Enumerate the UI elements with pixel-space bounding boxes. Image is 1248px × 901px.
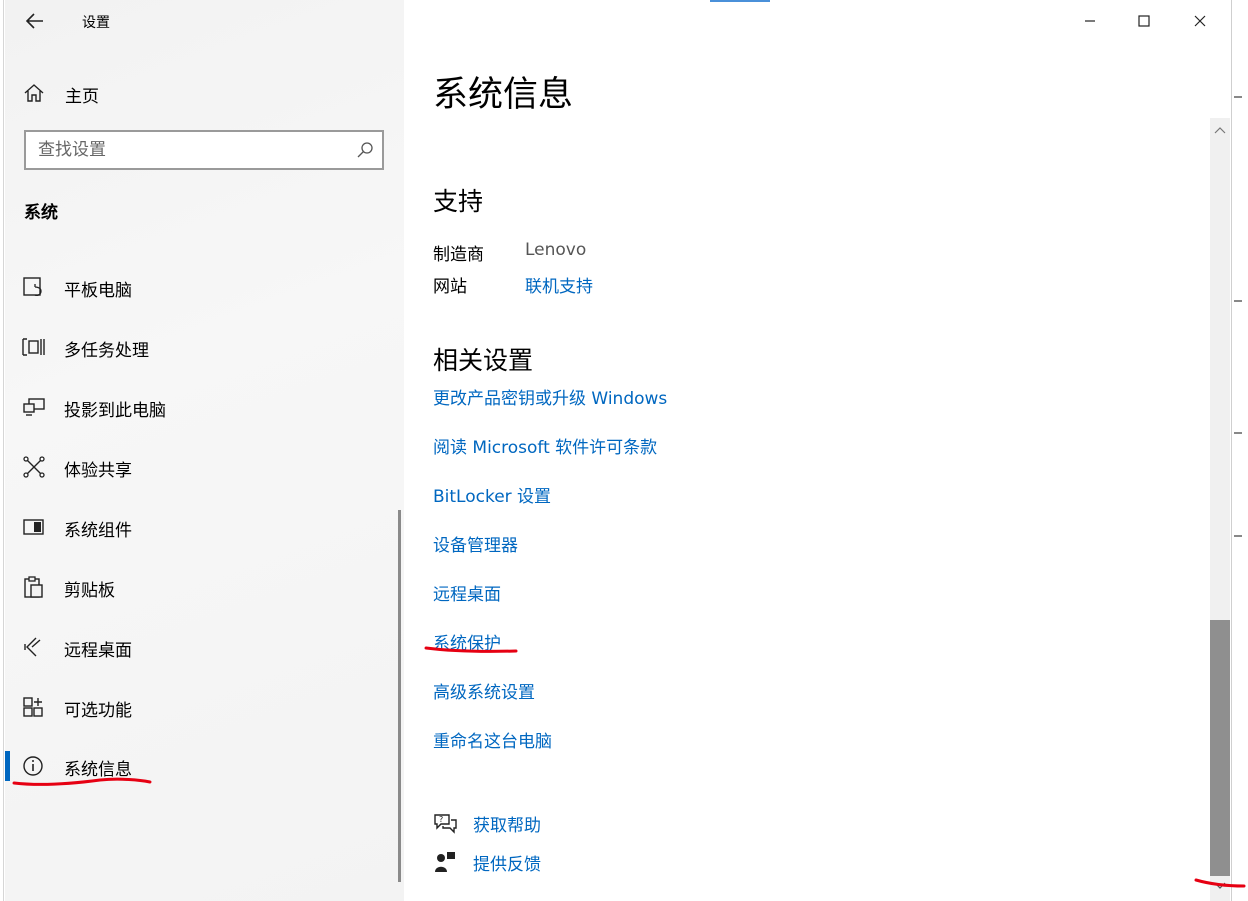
title-accent-line (710, 0, 770, 2)
background-window-strip (1233, 0, 1248, 901)
info-icon (23, 756, 43, 776)
sidebar-item-label: 投影到此电脑 (64, 401, 166, 421)
support-heading: 支持 (433, 187, 484, 216)
rename-pc-link[interactable]: 重命名这台电脑 (433, 727, 552, 752)
home-label: 主页 (65, 87, 99, 107)
maximize-button[interactable] (1116, 0, 1172, 42)
manufacturer-label: 制造商 (433, 245, 484, 265)
project-icon (23, 398, 45, 416)
home-icon (24, 84, 44, 102)
back-arrow-icon (26, 13, 43, 29)
scroll-down-icon[interactable] (1213, 880, 1227, 892)
window-left-edge (0, 0, 4, 901)
sidebar-item-home[interactable]: 主页 (5, 72, 404, 112)
feedback-icon (435, 852, 455, 872)
sidebar: 设置 主页 系统 平板电脑 (5, 0, 404, 901)
related-settings-heading: 相关设置 (433, 346, 534, 375)
app-title: 设置 (82, 15, 110, 31)
system-components-icon (23, 519, 44, 535)
remote-desktop-icon (24, 637, 41, 657)
maximize-icon (1138, 15, 1150, 27)
sidebar-item-remote-desktop[interactable]: 远程桌面 (5, 624, 404, 670)
sidebar-item-label: 体验共享 (64, 461, 132, 481)
sidebar-item-project[interactable]: 投影到此电脑 (5, 384, 404, 430)
svg-text:?: ? (439, 815, 443, 824)
close-icon (1194, 15, 1206, 27)
strip-mark (1234, 96, 1242, 98)
sidebar-item-clipboard[interactable]: 剪贴板 (5, 564, 404, 610)
shared-experience-icon (23, 456, 45, 478)
main-scrollbar[interactable] (1210, 118, 1230, 901)
sidebar-scrollbar[interactable] (398, 510, 401, 882)
search-icon (357, 142, 373, 158)
sidebar-item-label: 可选功能 (64, 701, 132, 721)
sidebar-item-system-components[interactable]: 系统组件 (5, 504, 404, 550)
get-help-link[interactable]: 获取帮助 (473, 811, 541, 836)
scrollbar-thumb[interactable] (1210, 620, 1230, 876)
search-box[interactable] (24, 130, 384, 170)
settings-window: 设置 主页 系统 平板电脑 (0, 0, 1232, 901)
sidebar-item-shared-experience[interactable]: 体验共享 (5, 444, 404, 490)
minimize-button[interactable] (1062, 0, 1118, 42)
sidebar-section-title: 系统 (24, 203, 58, 223)
multitasking-icon (22, 338, 45, 356)
sidebar-item-label: 远程桌面 (64, 641, 132, 661)
change-product-key-link[interactable]: 更改产品密钥或升级 Windows (433, 384, 667, 409)
manufacturer-value: Lenovo (525, 240, 587, 260)
sidebar-item-label: 剪贴板 (64, 581, 115, 601)
sidebar-item-optional-features[interactable]: 可选功能 (5, 684, 404, 730)
back-button[interactable] (19, 6, 51, 36)
sidebar-item-label: 系统组件 (64, 521, 132, 541)
scroll-up-icon[interactable] (1213, 124, 1227, 136)
main-pane: 系统信息 支持 制造商 Lenovo 网站 联机支持 相关设置 更改产品密钥或升… (404, 0, 1230, 901)
bitlocker-settings-link[interactable]: BitLocker 设置 (433, 482, 551, 507)
search-input[interactable] (38, 138, 338, 162)
remote-desktop-link[interactable]: 远程桌面 (433, 580, 501, 605)
sidebar-item-label: 多任务处理 (64, 341, 149, 361)
optional-features-icon (23, 697, 43, 717)
license-terms-link[interactable]: 阅读 Microsoft 软件许可条款 (433, 433, 657, 458)
close-button[interactable] (1172, 0, 1228, 42)
sidebar-item-tablet[interactable]: 平板电脑 (5, 264, 404, 310)
website-label: 网站 (433, 277, 467, 297)
feedback-link[interactable]: 提供反馈 (473, 850, 541, 875)
strip-mark (1234, 432, 1242, 434)
clipboard-icon (24, 576, 43, 598)
strip-mark (1234, 535, 1242, 537)
sidebar-item-multitasking[interactable]: 多任务处理 (5, 324, 404, 370)
online-support-link[interactable]: 联机支持 (525, 272, 593, 297)
strip-mark (1234, 300, 1242, 302)
chat-help-icon: ? (434, 814, 457, 834)
sidebar-item-label: 平板电脑 (64, 281, 132, 301)
sidebar-item-label: 系统信息 (64, 760, 132, 780)
advanced-system-settings-link[interactable]: 高级系统设置 (433, 678, 535, 703)
sidebar-item-about[interactable]: 系统信息 (5, 743, 404, 789)
page-title: 系统信息 (433, 75, 574, 115)
tablet-icon (23, 277, 42, 297)
system-protection-link[interactable]: 系统保护 (433, 629, 501, 654)
device-manager-link[interactable]: 设备管理器 (433, 531, 518, 556)
minimize-icon (1085, 20, 1095, 22)
